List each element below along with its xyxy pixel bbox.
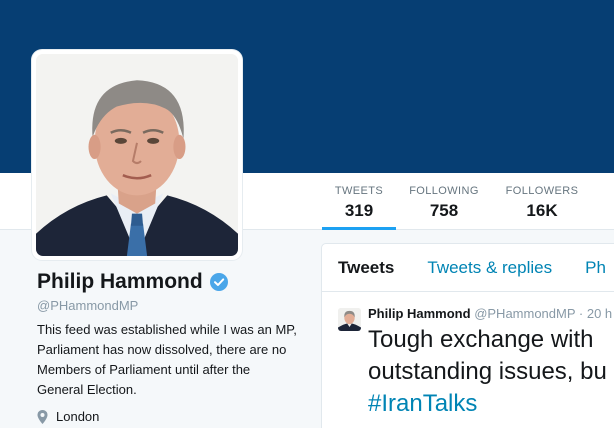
profile-location: London <box>37 409 99 424</box>
stat-tweets[interactable]: TWEETS 319 <box>322 185 396 230</box>
profile-avatar-photo <box>36 54 238 256</box>
stat-following-value: 758 <box>429 201 459 220</box>
profile-name-text: Philip Hammond <box>37 270 203 293</box>
stat-following-label: FOLLOWING <box>409 185 479 197</box>
stat-followers-value: 16K <box>526 201 558 220</box>
tweet-author[interactable]: Philip Hammond <box>368 306 471 321</box>
tweet-text-line-1: Tough exchange with <box>368 326 594 353</box>
profile-handle[interactable]: @PHammondMP <box>37 298 138 313</box>
stat-followers-label: FOLLOWERS <box>505 185 579 197</box>
map-pin-icon <box>37 409 48 424</box>
tweet-item[interactable]: Philip Hammond @PHammondMP · 20 h Tough … <box>322 292 614 428</box>
tweet-avatar[interactable] <box>338 308 361 331</box>
tweet-text-line-2: outstanding issues, bu <box>368 358 607 385</box>
verified-badge-icon[interactable] <box>209 273 228 291</box>
timeline-tabs: Tweets Tweets & replies Ph <box>322 244 614 292</box>
stat-following[interactable]: FOLLOWING 758 <box>404 185 484 221</box>
profile-location-text: London <box>56 409 100 424</box>
tab-tweets-and-replies[interactable]: Tweets & replies <box>427 258 552 278</box>
stat-tweets-value: 319 <box>344 201 374 220</box>
tweet-handle[interactable]: @PHammondMP <box>474 306 575 321</box>
profile-name[interactable]: Philip Hammond <box>37 270 228 294</box>
tab-tweets[interactable]: Tweets <box>338 258 394 278</box>
tweet-text: Tough exchange with outstanding issues, … <box>368 324 614 420</box>
tweet-hashtag-link[interactable]: #IranTalks <box>368 388 614 420</box>
tab-photos[interactable]: Ph <box>585 258 606 278</box>
tweet-meta: Philip Hammond @PHammondMP · 20 h <box>368 306 612 321</box>
stat-followers[interactable]: FOLLOWERS 16K <box>500 185 584 221</box>
stat-tweets-label: TWEETS <box>334 185 384 197</box>
timeline-panel: Tweets Tweets & replies Ph Philip Hammon… <box>321 243 614 428</box>
profile-avatar[interactable] <box>32 50 242 260</box>
tweet-timestamp[interactable]: · 20 h <box>579 306 612 321</box>
profile-bio: This feed was established while I was an… <box>37 322 297 397</box>
